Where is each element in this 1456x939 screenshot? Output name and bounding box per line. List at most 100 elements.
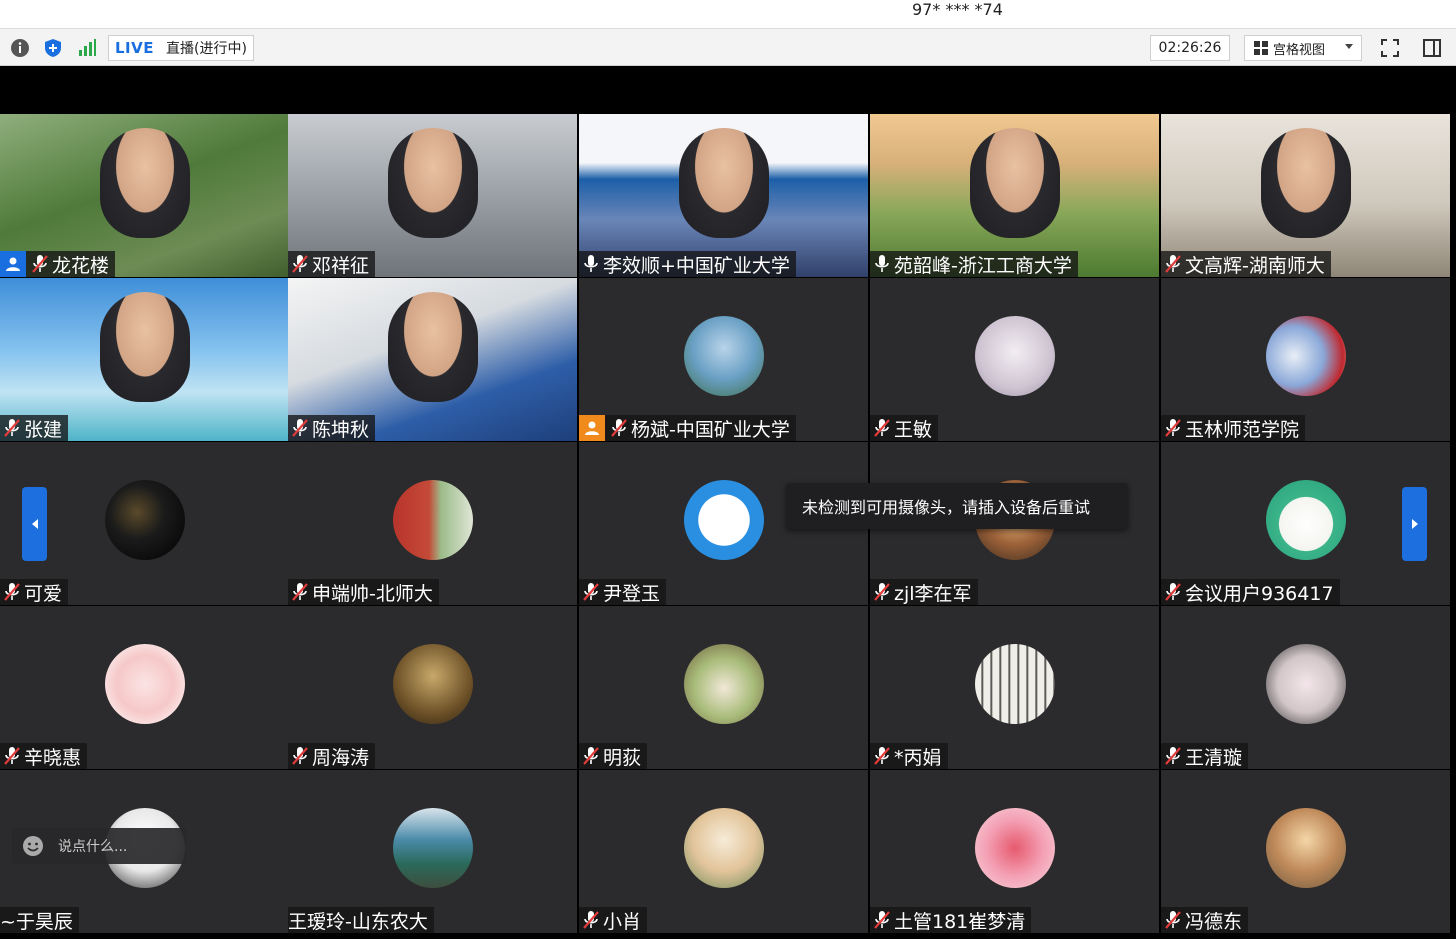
mic-muted-icon [2,745,22,767]
participant-avatar [104,479,185,560]
mic-muted-icon [872,417,892,439]
participant-video [387,128,478,238]
info-icon[interactable] [9,37,31,59]
participant-video [678,128,769,238]
participant-video [387,292,478,402]
participant-name-label: 申端帅-北师大 [288,579,439,605]
mic-muted-icon [872,909,892,931]
live-status-button[interactable]: LIVE 直播(进行中) [108,35,254,61]
participant-name-label: 王清璇 [1161,743,1249,769]
participant-tile[interactable]: 苑韶峰-浙江工商大学 [870,114,1159,277]
participant-tile[interactable]: 明荻 [579,606,868,769]
participant-tile[interactable]: 陈坤秋 [288,278,577,441]
mic-muted-icon [1163,745,1183,767]
mic-muted-icon [581,745,601,767]
participant-tile[interactable]: 土管181崔梦清 [870,770,1159,933]
participant-tile[interactable]: 文高辉-湖南师大 [1161,114,1450,277]
participant-avatar [1265,807,1346,888]
security-shield-icon[interactable] [42,37,64,59]
signal-strength-icon[interactable] [76,37,98,59]
prev-page-button[interactable] [22,487,47,561]
participant-tile[interactable]: 王敏 [870,278,1159,441]
mic-muted-icon [30,253,50,275]
mic-muted-icon [872,581,892,603]
meeting-id: 97* *** *74 [912,0,1003,19]
mic-muted-icon [872,745,892,767]
participant-name: 冯德东 [1185,910,1243,933]
host-user-icon [0,251,26,277]
mic-muted-icon [2,417,22,439]
participant-name-label: 可爱 [0,579,69,605]
participant-tile[interactable]: 王瑷玲-山东农大 [288,770,577,933]
chat-input[interactable]: 说点什么... [12,828,186,864]
participant-tile[interactable]: 龙花楼 [0,114,289,277]
participant-avatar [1265,315,1346,396]
participant-tile[interactable]: 周海涛 [288,606,577,769]
participant-tile[interactable]: 王清璇 [1161,606,1450,769]
participant-name: 龙花楼 [52,254,110,277]
participant-tile[interactable]: 邓祥征 [288,114,577,277]
participant-name-label: 李效顺+中国矿业大学 [579,251,796,277]
participant-name-label: *丙娟 [870,743,948,769]
emoji-icon[interactable] [22,835,44,857]
view-mode-dropdown[interactable]: 宫格视图 [1244,35,1362,61]
participant-tile[interactable]: 杨斌-中国矿业大学 [579,278,868,441]
participant-tile[interactable]: 李效顺+中国矿业大学 [579,114,868,277]
participant-name: 苑韶峰-浙江工商大学 [894,254,1072,277]
participant-name: 王清璇 [1185,746,1243,769]
participant-video [1260,128,1351,238]
mic-muted-icon [1163,909,1183,931]
mic-muted-icon [290,417,310,439]
participant-avatar [1265,643,1346,724]
participant-avatar [392,643,473,724]
participant-avatar [683,807,764,888]
participant-name: 辛晓惠 [24,746,82,769]
meeting-toolbar: LIVE 直播(进行中) 02:26:26 宫格视图 [0,28,1456,66]
mic-muted-icon [290,253,310,275]
mic-muted-icon [1163,253,1183,275]
participant-name-label: 小肖 [579,907,648,933]
participant-tile[interactable]: 辛晓惠 [0,606,289,769]
participant-name: 陈坤秋 [312,418,370,441]
sidebar-toggle-icon[interactable] [1421,37,1443,59]
host-user-icon [579,415,605,441]
participant-avatar [683,643,764,724]
participant-name: 张建 [24,418,63,441]
participant-name: 小肖 [603,910,642,933]
participant-name-label: 玉林师范学院 [1161,415,1306,441]
participant-avatar [392,807,473,888]
title-bar: 97* *** *74 [0,0,1456,28]
participant-name-label: 邓祥征 [288,251,376,277]
participant-video [99,128,190,238]
participant-tile[interactable]: 冯德东 [1161,770,1450,933]
participant-name: zjl李在军 [894,582,972,605]
participant-name: 邓祥征 [312,254,370,277]
mic-muted-icon [290,581,310,603]
meeting-timer: 02:26:26 [1150,35,1230,61]
participant-name-label: 文高辉-湖南师大 [1161,251,1331,277]
participant-tile[interactable]: *丙娟 [870,606,1159,769]
participant-avatar [683,479,764,560]
participant-tile[interactable]: 张建 [0,278,289,441]
chat-placeholder: 说点什么... [58,839,128,855]
participant-name-label: 尹登玉 [579,579,667,605]
participant-name-label: 会议用户936417 [1161,579,1340,605]
participant-name: 土管181崔梦清 [894,910,1026,933]
participant-name: 玉林师范学院 [1185,418,1300,441]
participant-name: 王敏 [894,418,933,441]
participant-tile[interactable]: 小肖 [579,770,868,933]
participant-name-label: 明荻 [579,743,648,769]
live-badge: LIVE [115,39,154,57]
participant-name-label: 周海涛 [288,743,376,769]
next-page-button[interactable] [1402,487,1427,561]
mic-muted-icon [2,581,22,603]
mic-muted-icon [290,745,310,767]
participant-name-label: 王敏 [870,415,939,441]
mic-muted-icon [581,909,601,931]
participant-name: 李效顺+中国矿业大学 [603,254,790,277]
fullscreen-icon[interactable] [1379,37,1401,59]
participant-tile[interactable]: 玉林师范学院 [1161,278,1450,441]
participant-video [99,292,190,402]
participant-tile[interactable]: 申端帅-北师大 [288,442,577,605]
participant-name-label: 辛晓惠 [0,743,88,769]
